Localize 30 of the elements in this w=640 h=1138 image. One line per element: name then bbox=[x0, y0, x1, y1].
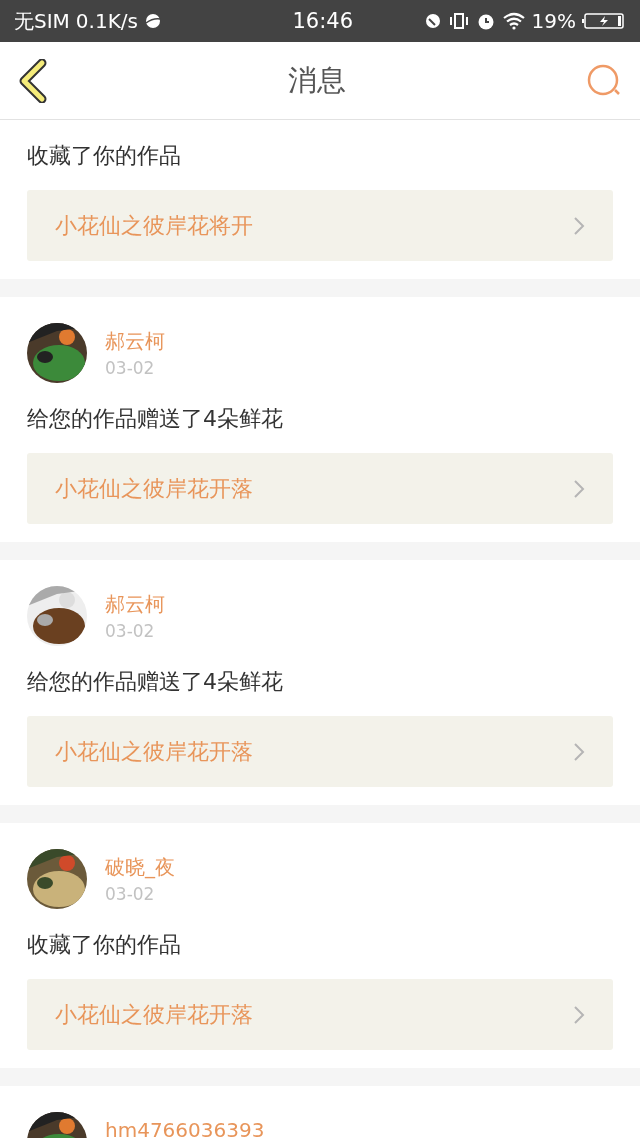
planet-icon bbox=[143, 12, 162, 30]
work-link[interactable]: 小花仙之彼岸花将开 bbox=[27, 190, 613, 261]
message-text: 收藏了你的作品 bbox=[27, 931, 182, 959]
user-name[interactable]: 郝云柯 bbox=[105, 329, 165, 353]
chevron-right-icon bbox=[573, 1004, 585, 1025]
message-date: 03-02 bbox=[105, 357, 156, 379]
user-name[interactable]: 郝云柯 bbox=[105, 592, 165, 616]
work-link[interactable]: 小花仙之彼岸花开落 bbox=[27, 716, 613, 787]
user-name[interactable]: 破晓_夜 bbox=[105, 855, 175, 879]
work-link[interactable]: 小花仙之彼岸花开落 bbox=[27, 979, 613, 1050]
battery-percent: 19% bbox=[531, 9, 576, 33]
message-text: 收藏了你的作品 bbox=[27, 142, 182, 170]
battery-icon bbox=[582, 12, 626, 30]
chevron-right-icon bbox=[573, 215, 585, 236]
network-speed: 0.1K/s bbox=[75, 9, 138, 33]
message-text: 给您的作品赠送了4朵鲜花 bbox=[27, 405, 284, 433]
carrier-text: 无SIM bbox=[14, 7, 70, 35]
message-text: 给您的作品赠送了4朵鲜花 bbox=[27, 668, 284, 696]
back-icon[interactable] bbox=[18, 58, 48, 103]
message-date: 03-02 bbox=[105, 883, 156, 905]
message-date: 03-02 bbox=[105, 620, 156, 642]
rotation-lock-icon bbox=[423, 12, 442, 30]
page-title: 消息 bbox=[288, 61, 346, 99]
wifi-icon bbox=[501, 12, 526, 30]
chevron-right-icon bbox=[573, 741, 585, 762]
clock-time: 16:46 bbox=[291, 9, 353, 33]
chevron-right-icon bbox=[573, 478, 585, 499]
user-name[interactable]: hm4766036393 bbox=[105, 1118, 265, 1138]
work-link[interactable]: 小花仙之彼岸花开落 bbox=[27, 453, 613, 524]
vibrate-icon bbox=[447, 12, 470, 30]
